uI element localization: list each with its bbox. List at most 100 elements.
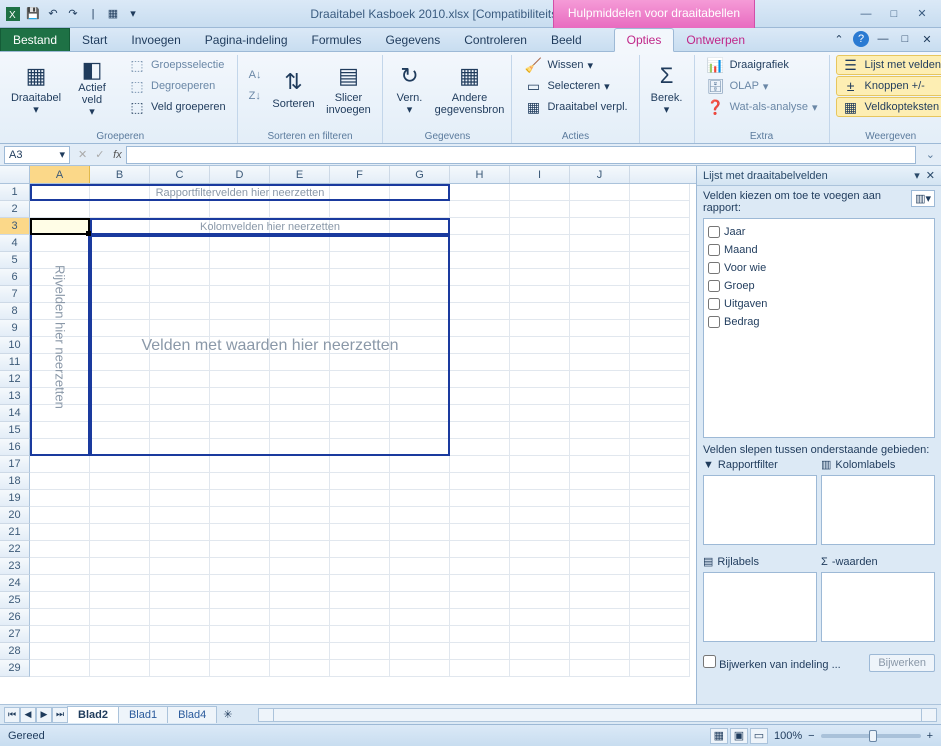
cell[interactable] [270, 609, 330, 626]
cell[interactable] [510, 558, 570, 575]
ribbon-minimize-icon[interactable]: ⌃ [831, 31, 847, 47]
fieldpane-dropdown-icon[interactable]: ▾ [914, 169, 920, 182]
olap-button[interactable]: 🗄OLAP ▾ [701, 76, 823, 96]
cell[interactable] [330, 626, 390, 643]
col-header-F[interactable]: F [330, 166, 390, 183]
cell[interactable] [30, 201, 90, 218]
cell[interactable] [570, 609, 630, 626]
cell[interactable] [510, 405, 570, 422]
cell[interactable] [510, 456, 570, 473]
cell[interactable] [510, 252, 570, 269]
close-icon[interactable]: ✕ [913, 5, 931, 23]
cell[interactable] [150, 609, 210, 626]
cell[interactable] [510, 320, 570, 337]
cell[interactable] [630, 405, 690, 422]
zoom-out-icon[interactable]: − [808, 730, 814, 742]
cell[interactable] [150, 507, 210, 524]
row-header-9[interactable]: 9 [0, 320, 30, 337]
cell[interactable] [330, 473, 390, 490]
cell[interactable] [630, 524, 690, 541]
cell[interactable] [330, 541, 390, 558]
cell[interactable] [510, 235, 570, 252]
field-maand[interactable]: Maand [708, 241, 930, 259]
move-pivot-button[interactable]: ▦Draaitabel verpl. [518, 97, 632, 117]
row-header-10[interactable]: 10 [0, 337, 30, 354]
row-header-25[interactable]: 25 [0, 592, 30, 609]
zoom-level[interactable]: 100% [774, 730, 802, 742]
cell[interactable] [450, 473, 510, 490]
cell[interactable] [390, 524, 450, 541]
cell[interactable] [510, 371, 570, 388]
sheet-nav-last-icon[interactable]: ⏭ [52, 707, 68, 723]
namebox-dropdown-icon[interactable]: ▾ [59, 148, 65, 161]
cell[interactable] [330, 524, 390, 541]
cell[interactable] [150, 660, 210, 677]
cell[interactable] [390, 541, 450, 558]
cell[interactable] [150, 541, 210, 558]
inner-minimize-icon[interactable]: — [875, 31, 891, 47]
row-header-12[interactable]: 12 [0, 371, 30, 388]
cell[interactable] [570, 456, 630, 473]
cell[interactable] [90, 575, 150, 592]
cell[interactable] [630, 660, 690, 677]
area-values-box[interactable] [821, 572, 935, 642]
row-header-11[interactable]: 11 [0, 354, 30, 371]
cell[interactable] [90, 201, 150, 218]
cell[interactable] [270, 558, 330, 575]
fieldpane-layout-button[interactable]: ▥▾ [911, 190, 935, 207]
cell[interactable] [510, 524, 570, 541]
cell[interactable] [630, 473, 690, 490]
cell[interactable] [210, 592, 270, 609]
row-header-17[interactable]: 17 [0, 456, 30, 473]
row-header-2[interactable]: 2 [0, 201, 30, 218]
cell[interactable] [510, 473, 570, 490]
cell[interactable] [150, 575, 210, 592]
tab-file[interactable]: Bestand [0, 28, 70, 51]
cell[interactable] [150, 473, 210, 490]
field-bedrag[interactable]: Bedrag [708, 313, 930, 331]
cell[interactable] [630, 337, 690, 354]
cell[interactable] [570, 575, 630, 592]
change-source-button[interactable]: ▦Andere gegevensbron [433, 55, 505, 121]
cell[interactable] [510, 184, 570, 201]
cell[interactable] [630, 456, 690, 473]
cell[interactable] [630, 218, 690, 235]
col-header-H[interactable]: H [450, 166, 510, 183]
cell[interactable] [570, 286, 630, 303]
cell[interactable] [450, 252, 510, 269]
cell[interactable] [210, 643, 270, 660]
cell[interactable] [570, 541, 630, 558]
cell[interactable] [570, 660, 630, 677]
cell[interactable] [90, 626, 150, 643]
tab-design[interactable]: Ontwerpen [674, 29, 757, 51]
cell[interactable] [630, 626, 690, 643]
cell[interactable] [450, 405, 510, 422]
tab-view[interactable]: Beeld [539, 29, 594, 51]
cell[interactable] [630, 252, 690, 269]
cell[interactable] [630, 235, 690, 252]
cell[interactable] [210, 558, 270, 575]
col-header-B[interactable]: B [90, 166, 150, 183]
cell[interactable] [270, 541, 330, 558]
cell[interactable] [90, 643, 150, 660]
cell[interactable] [510, 422, 570, 439]
worksheet-grid[interactable]: A B C D E F G H I J 12345678910111213141… [0, 166, 696, 704]
cell[interactable] [450, 388, 510, 405]
area-reportfilter-box[interactable] [703, 475, 817, 545]
group-selection-button[interactable]: ⬚Groepsselectie [122, 55, 231, 75]
cell[interactable] [450, 337, 510, 354]
row-header-24[interactable]: 24 [0, 575, 30, 592]
update-button[interactable]: Bijwerken [869, 654, 935, 672]
cell[interactable] [450, 286, 510, 303]
cell[interactable] [450, 303, 510, 320]
sheet-nav-prev-icon[interactable]: ◀ [20, 707, 36, 723]
cell[interactable] [570, 473, 630, 490]
select-button[interactable]: ▭Selecteren ▾ [518, 76, 632, 96]
fx-icon[interactable]: fx [108, 149, 126, 161]
cell[interactable] [570, 388, 630, 405]
col-header-D[interactable]: D [210, 166, 270, 183]
cell[interactable] [510, 439, 570, 456]
cell[interactable] [630, 609, 690, 626]
cell[interactable] [510, 201, 570, 218]
cell[interactable] [90, 490, 150, 507]
